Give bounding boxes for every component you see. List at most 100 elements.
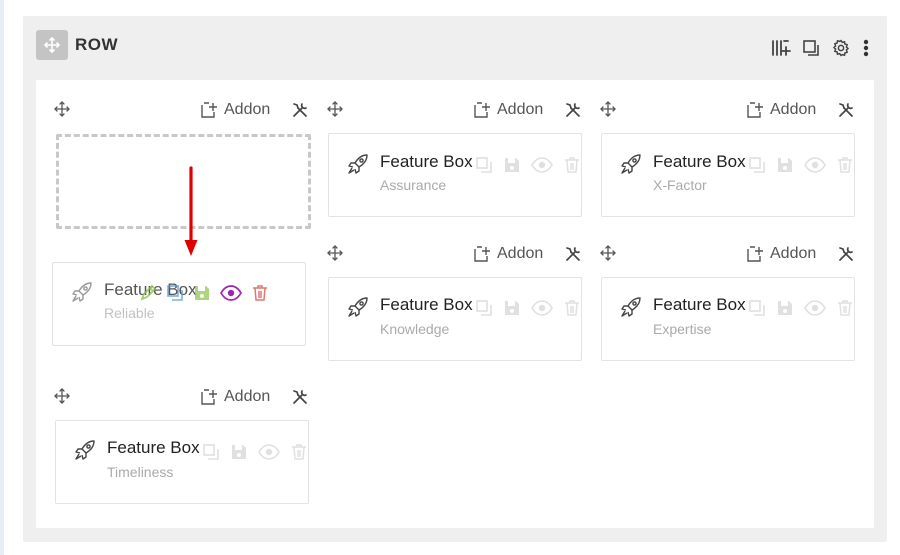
copy-icon[interactable] [748,156,766,174]
column-1b-header: Addon [54,386,309,408]
copy-icon [803,40,819,56]
add-addon-button[interactable]: Addon [473,101,543,119]
card-subtitle: Timeliness [107,464,174,480]
addon-label: Addon [497,101,544,118]
card-subtitle: Expertise [653,321,712,337]
add-addon-icon [747,102,763,118]
card-toolbar [748,299,854,317]
add-addon-button[interactable]: Addon [473,245,543,263]
duplicate-row-button[interactable] [801,38,821,58]
move-icon[interactable] [600,101,616,117]
eye-icon[interactable] [804,299,826,317]
move-icon[interactable] [54,101,70,117]
drag-direction-arrow [184,166,198,256]
save-icon[interactable] [776,156,794,174]
add-addon-icon [201,102,217,118]
eye-icon[interactable] [531,156,553,174]
card-title: Feature Box [653,152,746,171]
add-addon-button[interactable]: Addon [200,101,270,119]
add-addon-button[interactable]: Addon [746,101,816,119]
eye-icon[interactable] [804,156,826,174]
eye-icon[interactable] [531,299,553,317]
trash-icon[interactable] [290,443,308,461]
save-icon[interactable] [776,299,794,317]
card-toolbar [748,156,854,174]
rocket-icon [621,154,641,174]
row-header: ROW [36,30,118,60]
trash-icon[interactable] [836,299,854,317]
add-addon-icon [201,389,217,405]
copy-icon[interactable] [166,284,184,302]
copy-icon[interactable] [748,299,766,317]
add-addon-button[interactable]: Addon [200,388,270,406]
save-icon[interactable] [503,156,521,174]
save-icon[interactable] [230,443,248,461]
tools-icon[interactable] [837,101,855,119]
move-icon[interactable] [327,245,343,261]
column-2b-header: Addon [327,243,582,265]
card-subtitle: Reliable [104,305,155,321]
addon-label: Addon [224,388,271,405]
tools-icon[interactable] [837,245,855,263]
rocket-icon [348,297,368,317]
left-strip [0,0,4,555]
trash-icon[interactable] [563,299,581,317]
column-1-header: Addon [54,99,309,121]
rocket-icon [75,440,95,460]
copy-icon[interactable] [475,156,493,174]
addon-card[interactable]: Feature Box Timeliness [55,420,309,504]
move-icon [44,37,60,53]
row-actions [771,38,871,58]
eye-icon[interactable] [220,284,242,302]
trash-icon[interactable] [251,284,269,302]
copy-icon[interactable] [202,443,220,461]
tools-icon[interactable] [564,245,582,263]
row-more-button[interactable] [861,38,871,58]
addon-card[interactable]: Feature Box X-Factor [601,133,855,217]
save-icon[interactable] [193,284,211,302]
addon-card[interactable]: Feature Box Expertise [601,277,855,361]
card-toolbar [475,156,581,174]
addon-label: Addon [497,245,544,262]
move-icon[interactable] [600,245,616,261]
trash-icon[interactable] [836,156,854,174]
card-subtitle: Assurance [380,177,447,193]
rocket-icon [348,154,368,174]
addon-card[interactable]: Feature Box Knowledge [328,277,582,361]
move-icon[interactable] [54,388,70,404]
row-body: Addon Addon Addon Feature Box Assurance … [36,80,874,528]
tools-icon[interactable] [564,101,582,119]
column-3b-header: Addon [600,243,855,265]
card-title: Feature Box [380,295,473,314]
card-toolbar [139,284,269,302]
row-container: ROW Addon Addon Addon Feature Box Assura… [23,16,887,542]
card-toolbar [202,443,308,461]
add-addon-button[interactable]: Addon [746,245,816,263]
addon-card-dragging[interactable]: Feature Box Reliable [52,262,306,346]
pencil-icon[interactable] [139,284,157,302]
rocket-icon [621,297,641,317]
add-addon-icon [747,246,763,262]
eye-icon[interactable] [258,443,280,461]
add-addon-icon [474,246,490,262]
row-title: ROW [75,35,119,54]
tools-icon[interactable] [291,388,309,406]
save-icon[interactable] [503,299,521,317]
move-icon[interactable] [327,101,343,117]
row-settings-button[interactable] [831,38,851,58]
tools-icon[interactable] [291,101,309,119]
rocket-icon [72,282,92,302]
column-2-header: Addon [327,99,582,121]
addon-label: Addon [224,101,271,118]
addon-card[interactable]: Feature Box Assurance [328,133,582,217]
card-subtitle: X-Factor [653,177,707,193]
add-columns-button[interactable] [771,38,791,58]
addon-label: Addon [770,245,817,262]
columns-add-icon [772,40,791,56]
card-subtitle: Knowledge [380,321,450,337]
copy-icon[interactable] [475,299,493,317]
add-addon-icon [474,102,490,118]
row-drag-handle[interactable] [36,30,68,60]
gear-icon [832,39,850,57]
trash-icon[interactable] [563,156,581,174]
